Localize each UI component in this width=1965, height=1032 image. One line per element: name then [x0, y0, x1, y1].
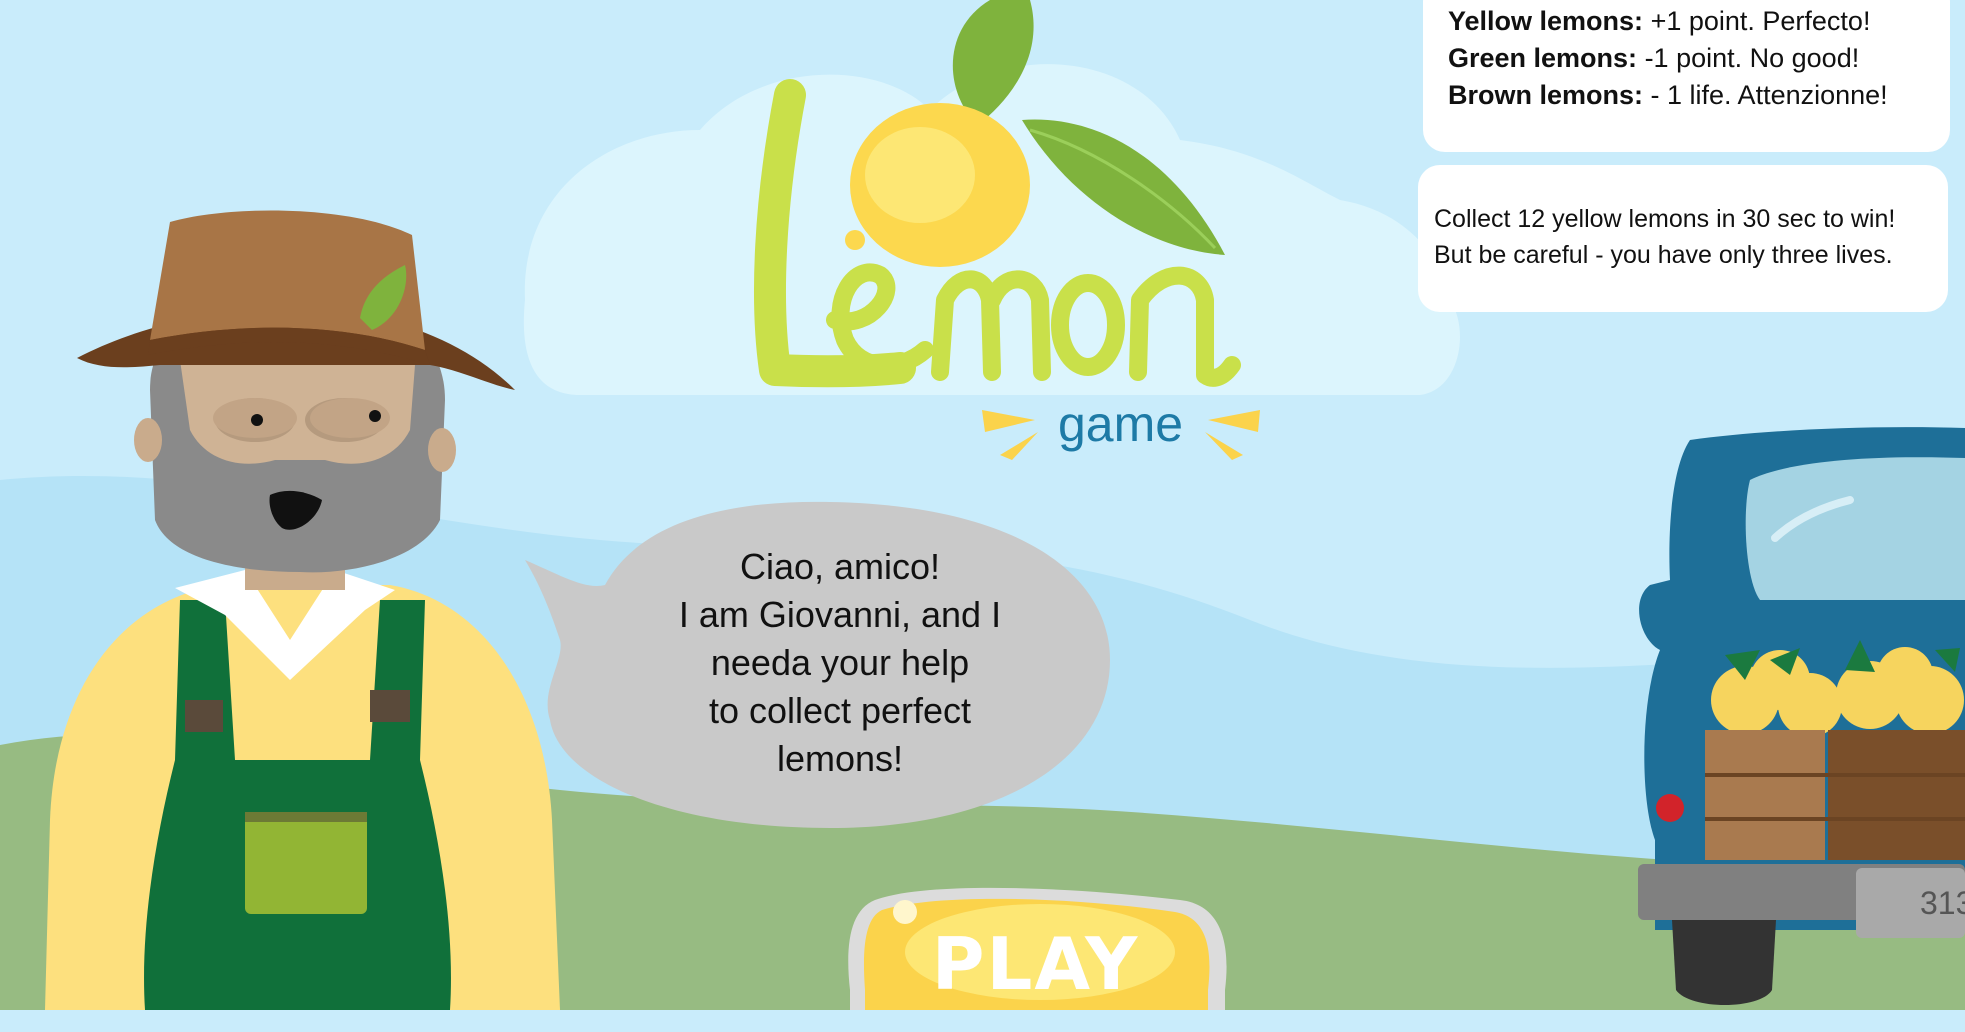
goal-line-1: Collect 12 yellow lemons in 30 sec to wi… — [1434, 205, 1896, 233]
rule-green: Green lemons: -1 point. No good! — [1448, 43, 1860, 73]
logo-subtitle: game — [1058, 396, 1184, 452]
speech-line: to collect perfect — [708, 690, 972, 731]
play-button-label: PLAY — [931, 922, 1140, 1006]
speech-line: lemons! — [776, 738, 904, 779]
goal-panel — [1418, 165, 1948, 312]
rule-brown: Brown lemons: - 1 life. Attenzionne! — [1448, 80, 1888, 110]
speech-text: Ciao, amico! I am Giovanni, and I needa … — [640, 543, 1040, 783]
goal-line-2: But be careful - you have only three liv… — [1434, 241, 1893, 269]
truck — [1638, 427, 1965, 1005]
speech-line: needa your help — [710, 642, 970, 683]
license-plate-number: 313 — [1920, 885, 1965, 921]
rule-yellow: Yellow lemons: +1 point. Perfecto! — [1448, 6, 1871, 36]
speech-line: Ciao, amico! — [739, 546, 941, 587]
speech-line: I am Giovanni, and I — [678, 594, 1002, 635]
